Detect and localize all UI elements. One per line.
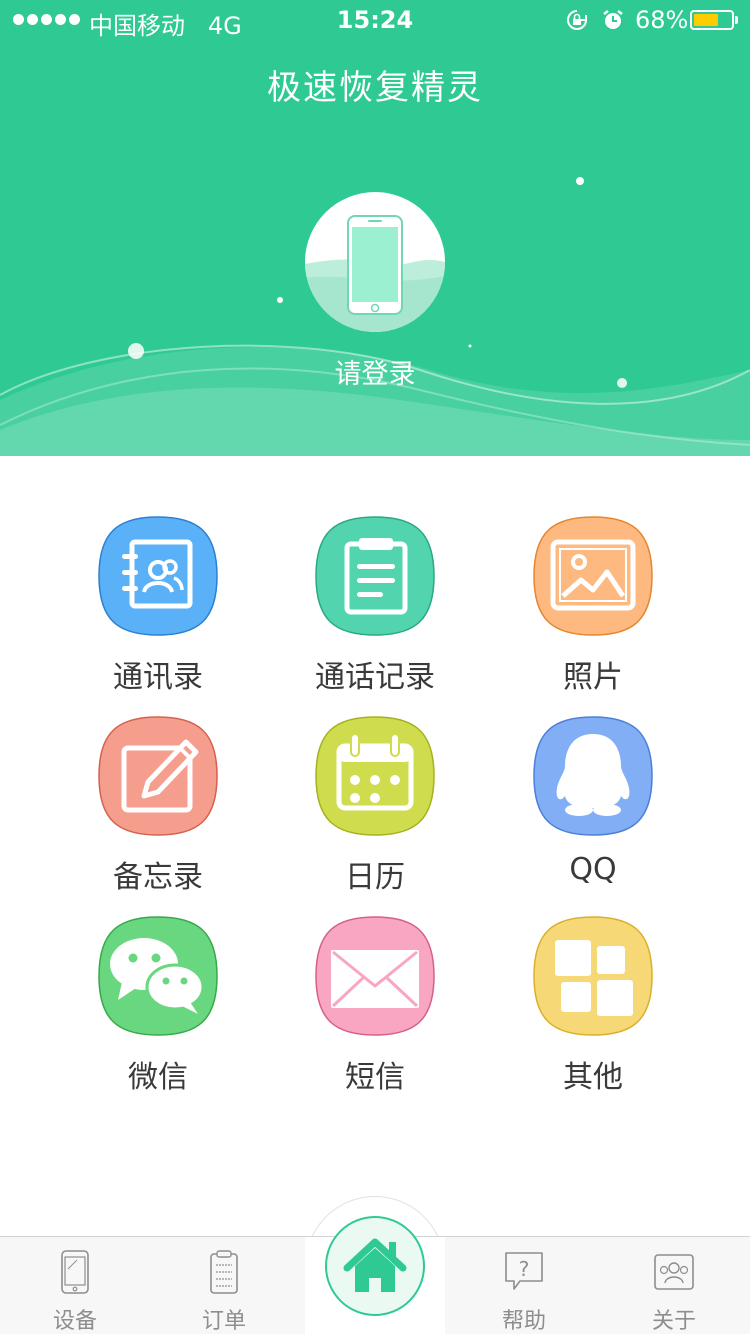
phone-icon bbox=[305, 215, 445, 332]
tab-about[interactable]: 关于 bbox=[599, 1237, 749, 1334]
grid-item-label: 照片 bbox=[563, 660, 623, 695]
qq-penguin-icon bbox=[533, 716, 653, 836]
tab-label: 帮助 bbox=[501, 1309, 546, 1334]
grid-item-contacts[interactable]: 通讯录 bbox=[78, 516, 238, 706]
device-icon bbox=[61, 1250, 89, 1294]
grid-item-label: 短信 bbox=[345, 1060, 405, 1095]
grid-item-label: 其他 bbox=[563, 1060, 623, 1095]
login-prompt[interactable]: 请登录 bbox=[0, 352, 750, 391]
grid-item-sms[interactable]: 短信 bbox=[295, 916, 455, 1106]
grid-item-label: QQ bbox=[569, 852, 617, 887]
tab-order[interactable]: 订单 bbox=[149, 1237, 299, 1334]
order-icon bbox=[210, 1250, 238, 1294]
grid-item-wechat[interactable]: 微信 bbox=[78, 916, 238, 1106]
envelope-icon bbox=[315, 916, 435, 1036]
battery-icon bbox=[690, 10, 734, 30]
grid-item-other[interactable]: 其他 bbox=[513, 916, 673, 1106]
calendar-icon bbox=[315, 716, 435, 836]
orientation-lock-icon bbox=[567, 10, 587, 30]
tab-label: 订单 bbox=[201, 1309, 246, 1334]
home-icon bbox=[343, 1238, 407, 1292]
battery-fill bbox=[694, 14, 718, 26]
tab-label: 关于 bbox=[651, 1309, 696, 1334]
contacts-icon bbox=[98, 516, 218, 636]
battery-tip bbox=[735, 16, 738, 24]
grid-item-memo[interactable]: 备忘录 bbox=[78, 716, 238, 906]
grid-item-calendar[interactable]: 日历 bbox=[295, 716, 455, 906]
grid-item-label: 通话记录 bbox=[315, 660, 435, 695]
grid-item-label: 备忘录 bbox=[113, 860, 203, 895]
memo-icon bbox=[98, 716, 218, 836]
other-apps-icon bbox=[533, 916, 653, 1036]
grid-item-label: 通讯录 bbox=[113, 660, 203, 695]
grid-item-photos[interactable]: 照片 bbox=[513, 516, 673, 706]
home-button[interactable] bbox=[325, 1216, 425, 1316]
grid-item-qq[interactable]: QQ bbox=[513, 716, 673, 906]
grid-item-label: 日历 bbox=[345, 860, 405, 895]
grid-item-call-log[interactable]: 通话记录 bbox=[295, 516, 455, 706]
app-title: 极速恢复精灵 bbox=[267, 68, 483, 108]
help-icon: ? bbox=[505, 1252, 543, 1290]
grid-item-label: 微信 bbox=[128, 1060, 188, 1095]
login-avatar[interactable] bbox=[305, 192, 445, 332]
feature-grid: 通讯录 通话记录 照片 备忘录 日历 QQ 微信 短信 其他 bbox=[0, 456, 750, 1236]
tab-help[interactable]: ? 帮助 bbox=[449, 1237, 599, 1334]
header: 中国移动 4G 15:24 68% 极速恢复精灵 请登录 bbox=[0, 0, 750, 456]
about-icon bbox=[654, 1254, 694, 1290]
tab-label: 设备 bbox=[52, 1309, 97, 1334]
call-log-icon bbox=[315, 516, 435, 636]
status-bar: 中国移动 4G 15:24 68% bbox=[0, 0, 750, 40]
photo-icon bbox=[533, 516, 653, 636]
battery-percent: 68% bbox=[635, 6, 689, 34]
svg-text:?: ? bbox=[519, 1257, 530, 1281]
wechat-icon bbox=[98, 916, 218, 1036]
tab-device[interactable]: 设备 bbox=[0, 1237, 150, 1334]
alarm-clock-icon bbox=[603, 10, 623, 29]
